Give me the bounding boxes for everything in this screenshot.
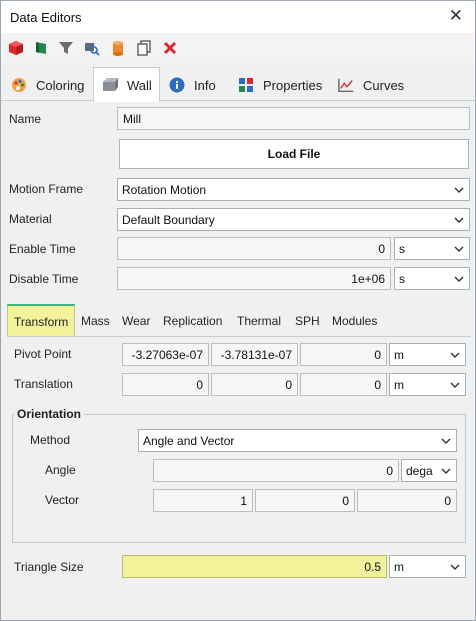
sub-tab-bar: Transform Mass Wear Replication Thermal … bbox=[7, 302, 471, 337]
red-cube-icon[interactable] bbox=[7, 39, 25, 57]
chevron-down-icon bbox=[440, 465, 452, 477]
chevron-down-icon bbox=[453, 214, 465, 226]
pivot-unit-select[interactable]: m bbox=[389, 343, 466, 366]
enable-time-unit-value: s bbox=[399, 241, 405, 256]
chevron-down-icon bbox=[449, 349, 461, 361]
orientation-title: Orientation bbox=[14, 407, 85, 421]
angle-label: Angle bbox=[45, 463, 76, 477]
translation-unit-select[interactable]: m bbox=[389, 373, 466, 396]
tab-coloring[interactable]: Coloring bbox=[11, 69, 84, 101]
data-editors-window: Data Editors ✕ Coloring Wall Info Proper… bbox=[0, 0, 476, 621]
angle-field[interactable]: 0 bbox=[153, 459, 399, 482]
tab-coloring-label: Coloring bbox=[36, 77, 85, 93]
name-field[interactable]: Mill bbox=[117, 107, 470, 130]
window-title: Data Editors bbox=[10, 10, 82, 25]
tab-wall-label: Wall bbox=[127, 77, 152, 93]
tab-properties-label: Properties bbox=[263, 77, 323, 93]
angle-unit-select[interactable]: dega bbox=[401, 459, 457, 482]
triangle-size-unit-select[interactable]: m bbox=[389, 555, 466, 578]
disable-time-label: Disable Time bbox=[9, 272, 79, 286]
pivot-z-field[interactable]: 0 bbox=[300, 343, 387, 366]
main-tab-bar: Coloring Wall Info Properties Curves bbox=[1, 67, 475, 102]
tab-modules[interactable]: Modules bbox=[332, 308, 377, 334]
load-file-button[interactable]: Load File bbox=[119, 139, 469, 169]
enable-time-field[interactable]: 0 bbox=[117, 237, 391, 260]
wall-icon bbox=[102, 77, 118, 93]
vector-z-field[interactable]: 0 bbox=[357, 489, 457, 512]
disable-time-field[interactable]: 1e+06 bbox=[117, 267, 391, 290]
chevron-down-icon bbox=[440, 435, 452, 447]
vector-y-field[interactable]: 0 bbox=[255, 489, 355, 512]
name-label: Name bbox=[9, 112, 42, 126]
motion-frame-select[interactable]: Rotation Motion bbox=[117, 178, 470, 201]
tab-info-label: Info bbox=[194, 77, 216, 93]
tab-properties[interactable]: Properties bbox=[238, 69, 322, 101]
chevron-down-icon bbox=[453, 184, 465, 196]
enable-time-label: Enable Time bbox=[9, 242, 76, 256]
green-flag-icon[interactable] bbox=[32, 39, 50, 57]
translation-x-field[interactable]: 0 bbox=[122, 373, 209, 396]
tab-thermal[interactable]: Thermal bbox=[237, 308, 281, 334]
tab-transform[interactable]: Transform bbox=[7, 304, 76, 337]
toolbar bbox=[1, 33, 475, 63]
search-doc-icon[interactable] bbox=[83, 39, 101, 57]
enable-time-unit-select[interactable]: s bbox=[394, 237, 470, 260]
palette-icon bbox=[11, 77, 27, 93]
chevron-down-icon bbox=[449, 561, 461, 573]
translation-unit-value: m bbox=[394, 377, 404, 392]
method-label: Method bbox=[30, 433, 71, 447]
material-select[interactable]: Default Boundary bbox=[117, 208, 470, 231]
disable-time-unit-value: s bbox=[399, 271, 405, 286]
title-bar: Data Editors ✕ bbox=[1, 1, 475, 33]
chevron-down-icon bbox=[449, 379, 461, 391]
triangle-size-field[interactable]: 0.5 bbox=[122, 555, 387, 578]
tab-wall[interactable]: Wall bbox=[93, 67, 160, 102]
curves-icon bbox=[338, 77, 354, 93]
pivot-x-field[interactable]: -3.27063e-07 bbox=[122, 343, 209, 366]
tab-sph[interactable]: SPH bbox=[295, 308, 320, 334]
tab-replication[interactable]: Replication bbox=[163, 308, 222, 334]
motion-frame-label: Motion Frame bbox=[9, 182, 84, 196]
chevron-down-icon bbox=[453, 273, 465, 285]
pivot-y-field[interactable]: -3.78131e-07 bbox=[211, 343, 298, 366]
angle-unit-value: dega bbox=[406, 463, 433, 478]
vector-x-field[interactable]: 1 bbox=[153, 489, 253, 512]
funnel-icon[interactable] bbox=[57, 39, 75, 57]
triangle-size-label: Triangle Size bbox=[14, 560, 84, 574]
tab-info[interactable]: Info bbox=[169, 69, 216, 101]
triangle-size-unit-value: m bbox=[394, 559, 404, 574]
pivot-unit-value: m bbox=[394, 347, 404, 362]
delete-icon[interactable] bbox=[161, 39, 179, 57]
tab-curves-label: Curves bbox=[363, 77, 405, 93]
translation-label: Translation bbox=[14, 377, 73, 391]
chevron-down-icon bbox=[453, 243, 465, 255]
translation-y-field[interactable]: 0 bbox=[211, 373, 298, 396]
properties-icon bbox=[238, 77, 254, 93]
material-label: Material bbox=[9, 212, 52, 226]
info-icon bbox=[169, 77, 185, 93]
tab-curves[interactable]: Curves bbox=[338, 69, 404, 101]
method-value: Angle and Vector bbox=[143, 433, 235, 448]
vector-label: Vector bbox=[45, 493, 80, 507]
orange-cylinder-icon[interactable] bbox=[109, 39, 127, 57]
disable-time-unit-select[interactable]: s bbox=[394, 267, 470, 290]
pivot-point-label: Pivot Point bbox=[14, 347, 72, 361]
method-select[interactable]: Angle and Vector bbox=[138, 429, 457, 452]
copy-icon[interactable] bbox=[135, 39, 153, 57]
tab-mass[interactable]: Mass bbox=[81, 308, 110, 334]
tab-wear[interactable]: Wear bbox=[122, 308, 150, 334]
translation-z-field[interactable]: 0 bbox=[300, 373, 387, 396]
motion-frame-value: Rotation Motion bbox=[122, 182, 207, 197]
close-icon[interactable]: ✕ bbox=[449, 6, 463, 26]
material-value: Default Boundary bbox=[122, 212, 215, 227]
